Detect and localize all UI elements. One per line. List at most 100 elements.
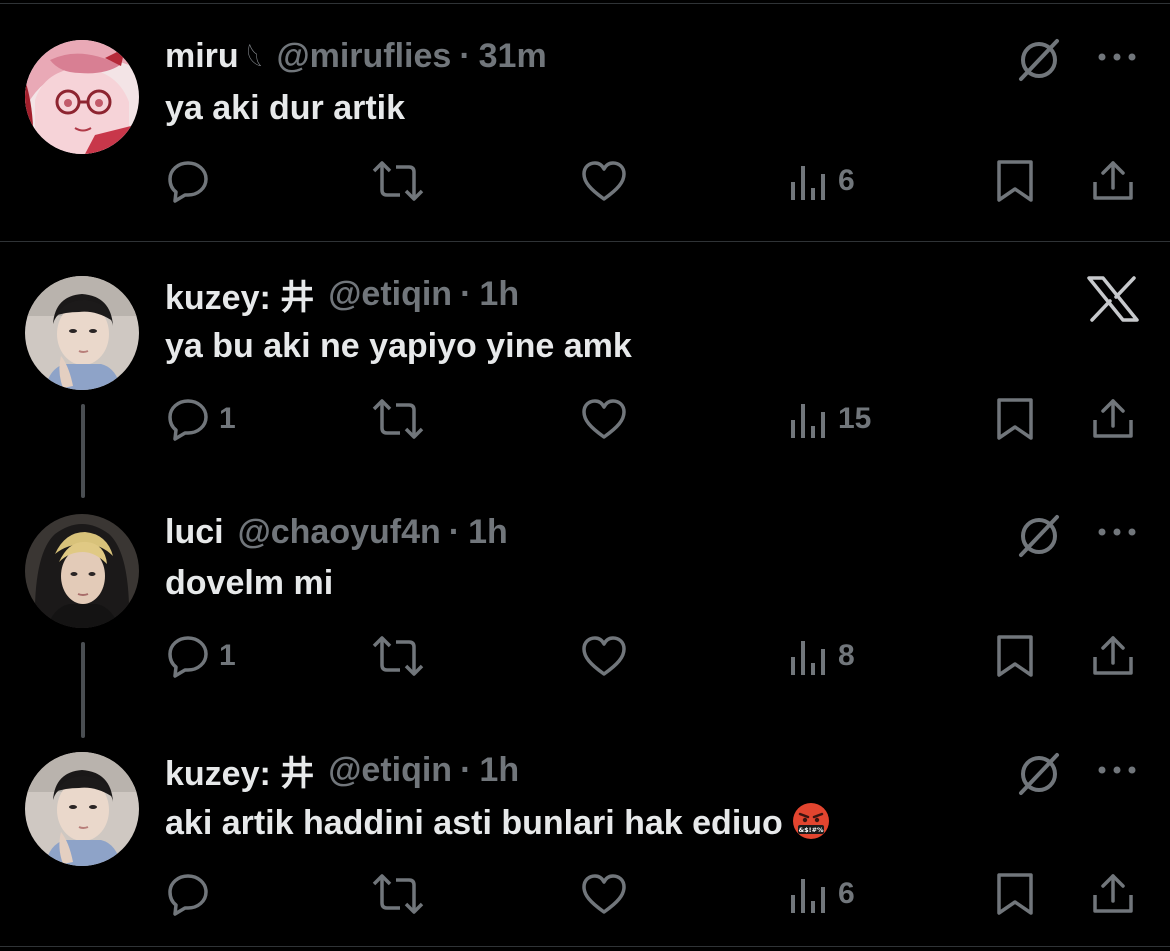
view-count: 8 xyxy=(838,639,855,672)
share-icon xyxy=(1093,161,1133,200)
separator-dot: · xyxy=(459,36,471,75)
bookmark-icon xyxy=(997,873,1033,915)
view-count: 6 xyxy=(838,877,855,910)
timestamp[interactable]: 1h xyxy=(479,751,519,790)
heart-icon xyxy=(582,874,626,914)
avatar[interactable] xyxy=(25,752,139,866)
bookmark-icon xyxy=(997,398,1033,440)
display-name[interactable]: kuzey: 井 xyxy=(165,270,314,319)
share-button[interactable] xyxy=(1090,631,1136,681)
avatar[interactable] xyxy=(25,40,139,154)
separator-dot: · xyxy=(448,512,461,551)
svg-text:&$!#%: &$!#% xyxy=(798,826,824,834)
tweet-actions: 1 8 xyxy=(0,631,1170,681)
bookmark-icon xyxy=(997,160,1033,202)
share-icon xyxy=(1093,874,1133,913)
reply-icon xyxy=(168,161,208,203)
bookmark-button[interactable] xyxy=(995,394,1035,444)
user-handle[interactable]: @miruflies xyxy=(276,37,451,76)
user-handle[interactable]: @etiqin xyxy=(328,275,452,314)
tweet-text: ya aki dur artik xyxy=(165,89,406,127)
swearing-face-emoji: &$!#% xyxy=(792,803,829,839)
x-logo-icon[interactable] xyxy=(1086,275,1140,323)
tweet-divider xyxy=(0,241,1170,242)
views-chart-icon xyxy=(791,641,825,675)
heart-icon xyxy=(582,399,626,439)
retweet-icon xyxy=(372,161,424,201)
reply-icon xyxy=(168,874,208,916)
more-options-icon[interactable] xyxy=(1094,760,1140,780)
avatar-photo xyxy=(25,276,139,390)
bottom-divider xyxy=(0,946,1170,947)
views-button[interactable]: 8 xyxy=(788,631,855,681)
retweet-button[interactable] xyxy=(370,869,434,919)
bookmark-button[interactable] xyxy=(995,631,1035,681)
user-handle[interactable]: @etiqin xyxy=(328,751,452,790)
name-decoration: 𓆩 xyxy=(246,44,263,75)
heart-icon xyxy=(582,161,626,201)
more-options-icon[interactable] xyxy=(1094,47,1140,67)
display-name[interactable]: kuzey: 井 xyxy=(165,746,314,795)
tweet-text-content: aki artik haddini asti bunlari hak ediuo xyxy=(165,804,783,842)
tweet-text: aki artik haddini asti bunlari hak ediuo… xyxy=(165,800,831,844)
tweet-actions: 1 15 xyxy=(0,394,1170,444)
view-count: 6 xyxy=(838,164,855,197)
like-button[interactable] xyxy=(580,156,636,206)
tweet-header: luci @chaoyuf4n · 1h xyxy=(165,510,508,554)
top-divider xyxy=(0,3,1170,4)
views-button[interactable]: 6 xyxy=(788,156,855,206)
views-chart-icon xyxy=(791,166,825,200)
tweet-header: kuzey: 井 @etiqin · 1h xyxy=(165,270,519,319)
bookmark-button[interactable] xyxy=(995,869,1035,919)
reply-icon xyxy=(168,399,208,441)
tweet-text: ya bu aki ne yapiyo yine amk xyxy=(165,327,632,365)
share-icon xyxy=(1093,399,1133,438)
reply-count: 1 xyxy=(219,402,236,435)
retweet-icon xyxy=(372,636,424,676)
views-chart-icon xyxy=(791,404,825,438)
share-button[interactable] xyxy=(1090,156,1136,206)
heart-icon xyxy=(582,636,626,676)
grok-icon[interactable] xyxy=(1015,35,1063,83)
reply-button[interactable]: 1 xyxy=(165,394,236,444)
like-button[interactable] xyxy=(580,869,636,919)
views-button[interactable]: 15 xyxy=(788,394,871,444)
display-name[interactable]: miru xyxy=(165,37,239,76)
retweet-button[interactable] xyxy=(370,156,434,206)
retweet-button[interactable] xyxy=(370,394,434,444)
reply-count: 1 xyxy=(219,639,236,672)
share-icon xyxy=(1093,636,1133,675)
reply-icon xyxy=(168,636,208,678)
tweet-actions: 6 xyxy=(0,156,1170,206)
avatar[interactable] xyxy=(25,276,139,390)
retweet-icon xyxy=(372,874,424,914)
avatar-anime-illustration xyxy=(25,40,139,154)
like-button[interactable] xyxy=(580,394,636,444)
views-chart-icon xyxy=(791,879,825,913)
retweet-button[interactable] xyxy=(370,631,434,681)
views-button[interactable]: 6 xyxy=(788,869,855,919)
avatar[interactable] xyxy=(25,514,139,628)
display-name[interactable]: luci xyxy=(165,513,224,552)
avatar-photo xyxy=(25,514,139,628)
reply-button[interactable]: 1 xyxy=(165,631,236,681)
tweet-header: miru 𓆩 @miruflies · 31m xyxy=(165,34,547,78)
bookmark-button[interactable] xyxy=(995,156,1035,206)
retweet-icon xyxy=(372,399,424,439)
timestamp[interactable]: 31m xyxy=(479,37,547,76)
timestamp[interactable]: 1h xyxy=(468,513,508,552)
reply-button[interactable] xyxy=(165,869,219,919)
timestamp[interactable]: 1h xyxy=(479,275,519,314)
grok-icon[interactable] xyxy=(1015,511,1063,559)
like-button[interactable] xyxy=(580,631,636,681)
user-handle[interactable]: @chaoyuf4n xyxy=(238,513,441,552)
more-options-icon[interactable] xyxy=(1094,522,1140,542)
separator-dot: · xyxy=(460,274,472,313)
tweet-actions: 6 xyxy=(0,869,1170,919)
share-button[interactable] xyxy=(1090,394,1136,444)
reply-button[interactable] xyxy=(165,156,219,206)
bookmark-icon xyxy=(997,635,1033,677)
grok-icon[interactable] xyxy=(1015,749,1063,797)
avatar-photo xyxy=(25,752,139,866)
share-button[interactable] xyxy=(1090,869,1136,919)
